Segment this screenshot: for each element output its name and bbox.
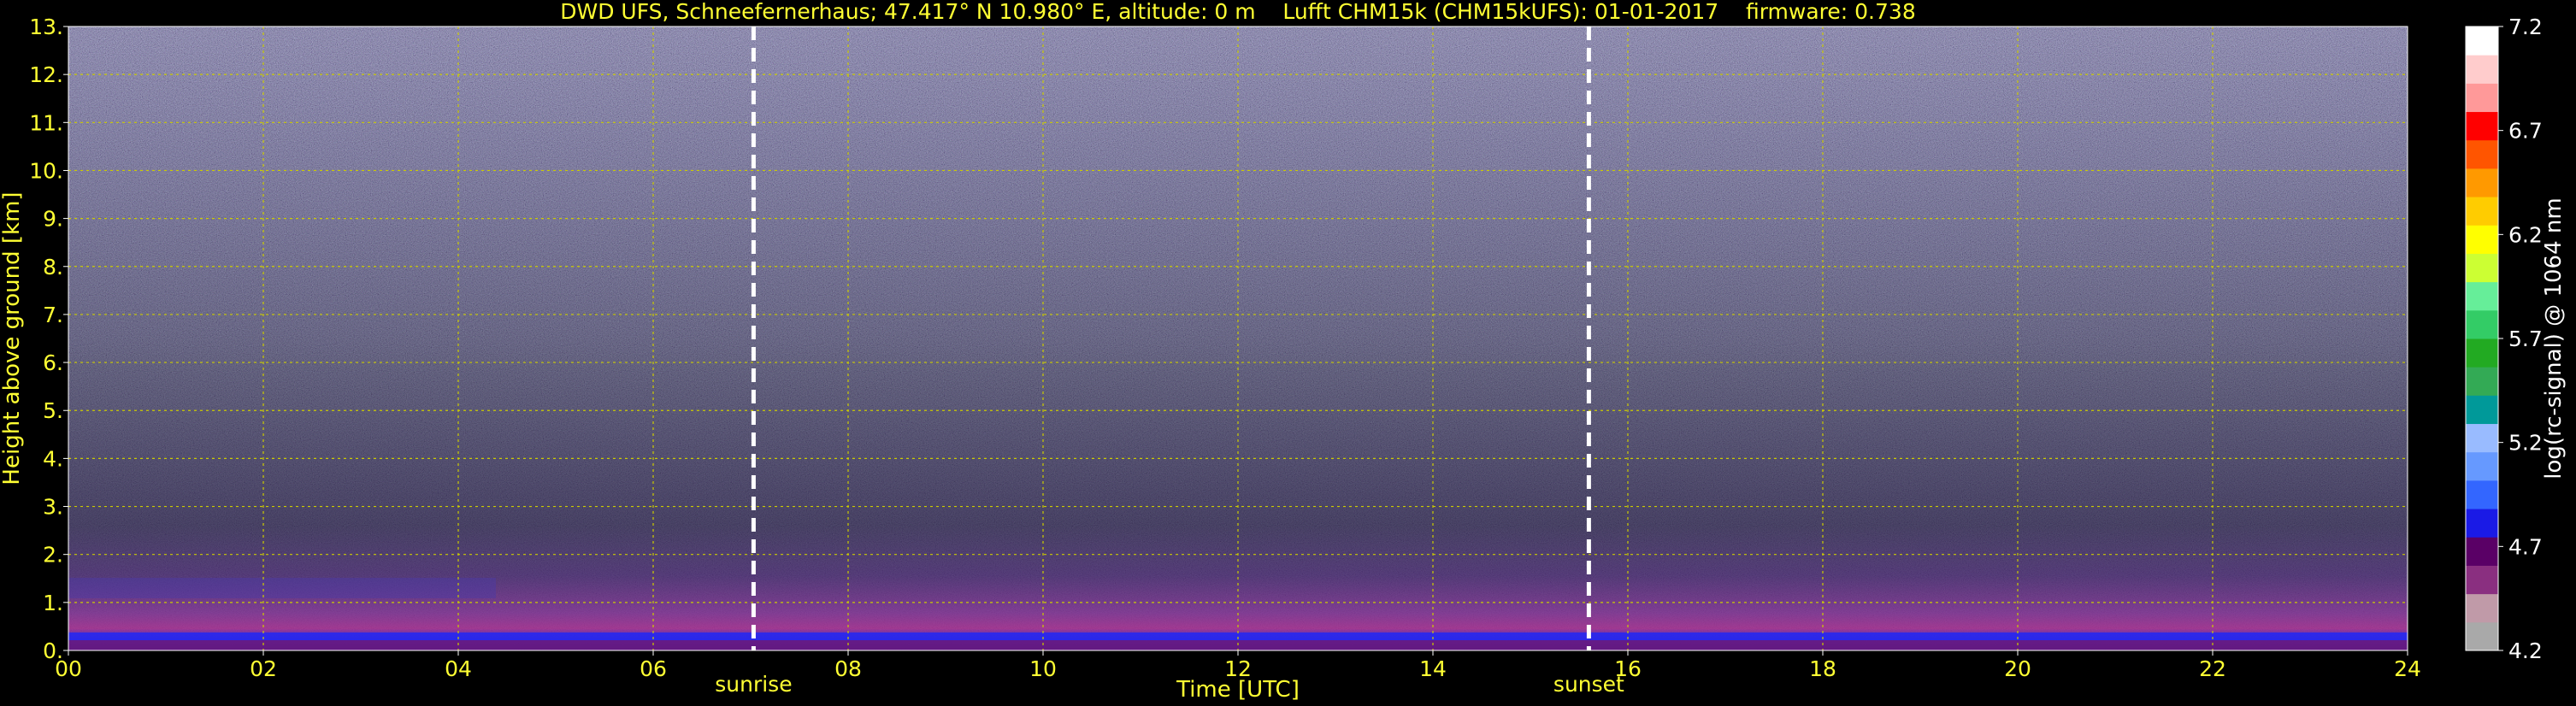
colorbar-ticks: 4.2 4.7 5.2 5.7 6.2 6.7 7.2 <box>2498 15 2543 663</box>
y-tick-label: 5. <box>43 398 63 423</box>
y-tick-label: 10. <box>29 158 63 183</box>
colorbar-tick-label: 4.2 <box>2508 638 2543 663</box>
colorbar-segment <box>2466 395 2498 425</box>
y-tick-label: 12. <box>29 62 63 87</box>
colorbar-segment <box>2466 83 2498 113</box>
y-tick-label: 0. <box>43 638 63 663</box>
colorbar-tick-label: 5.7 <box>2508 327 2543 351</box>
x-tick-label: 14 <box>1419 656 1447 681</box>
y-axis-label: Height above ground [km] <box>0 191 25 485</box>
y-tick-label: 2. <box>43 543 63 568</box>
y-tick-label: 4. <box>43 446 63 471</box>
y-tick-label: 9. <box>43 207 63 232</box>
colorbar-segment <box>2466 537 2498 566</box>
colorbar-segment <box>2466 168 2498 197</box>
chart-title: DWD UFS, Schneefernerhaus; 47.417° N 10.… <box>560 0 1915 24</box>
colorbar-segment <box>2466 423 2498 453</box>
y-tick-label: 1. <box>43 591 63 615</box>
x-tick-label: 16 <box>1614 656 1642 681</box>
x-tick-label: 04 <box>445 656 472 681</box>
y-tick-label: 7. <box>43 303 63 327</box>
colorbar-label: log(rc-signal) @ 1064 nm <box>2541 197 2567 479</box>
y-tick-label: 13. <box>29 15 63 39</box>
sunrise-label: sunrise <box>715 672 792 697</box>
x-tick-label: 24 <box>2394 656 2421 681</box>
colorbar <box>2465 26 2499 651</box>
colorbar-segment <box>2466 565 2498 595</box>
x-tick-label: 06 <box>640 656 667 681</box>
colorbar-segment <box>2466 281 2498 311</box>
y-tick-label: 11. <box>29 110 63 135</box>
x-tick-label: 10 <box>1029 656 1057 681</box>
colorbar-tick-label: 6.2 <box>2508 222 2543 247</box>
colorbar-segment <box>2466 197 2498 226</box>
x-tick-label: 22 <box>2199 656 2226 681</box>
y-tick-label: 8. <box>43 255 63 279</box>
colorbar-segment <box>2466 367 2498 396</box>
x-tick-label: 02 <box>250 656 277 681</box>
colorbar-segment <box>2466 621 2498 651</box>
x-tick-label: 20 <box>2004 656 2031 681</box>
y-tick-label: 3. <box>43 495 63 520</box>
colorbar-segment <box>2466 338 2498 368</box>
colorbar-segment <box>2466 111 2498 141</box>
colorbar-tick-label: 6.7 <box>2508 119 2543 144</box>
colorbar-tick-label: 5.2 <box>2508 431 2543 456</box>
colorbar-segment <box>2466 309 2498 339</box>
colorbar-segment <box>2466 26 2498 56</box>
colorbar-segment <box>2466 253 2498 283</box>
colorbar-segment <box>2466 509 2498 538</box>
colorbar-segment <box>2466 55 2498 84</box>
colorbar-tick-label: 4.7 <box>2508 534 2543 559</box>
colorbar-segment <box>2466 451 2498 481</box>
colorbar-segment <box>2466 479 2498 509</box>
colorbar-segment <box>2466 593 2498 623</box>
colorbar-segment <box>2466 139 2498 169</box>
ceilometer-chart: sunrise sunset 00 02 04 06 08 10 12 14 16 18 20 22 24… <box>0 0 2567 703</box>
x-tick-label: 18 <box>1809 656 1836 681</box>
y-axis-ticks: 0. 1. 2. 3. 4. 5. 6. 7. 8. 9. 10. 11. 12. 13. <box>29 15 68 663</box>
y-tick-label: 6. <box>43 350 63 375</box>
colorbar-segment <box>2466 225 2498 254</box>
x-axis-label: Time [UTC] <box>1176 677 1300 703</box>
x-tick-label: 08 <box>834 656 862 681</box>
residual-layer <box>68 578 496 598</box>
colorbar-tick-label: 7.2 <box>2508 15 2543 39</box>
